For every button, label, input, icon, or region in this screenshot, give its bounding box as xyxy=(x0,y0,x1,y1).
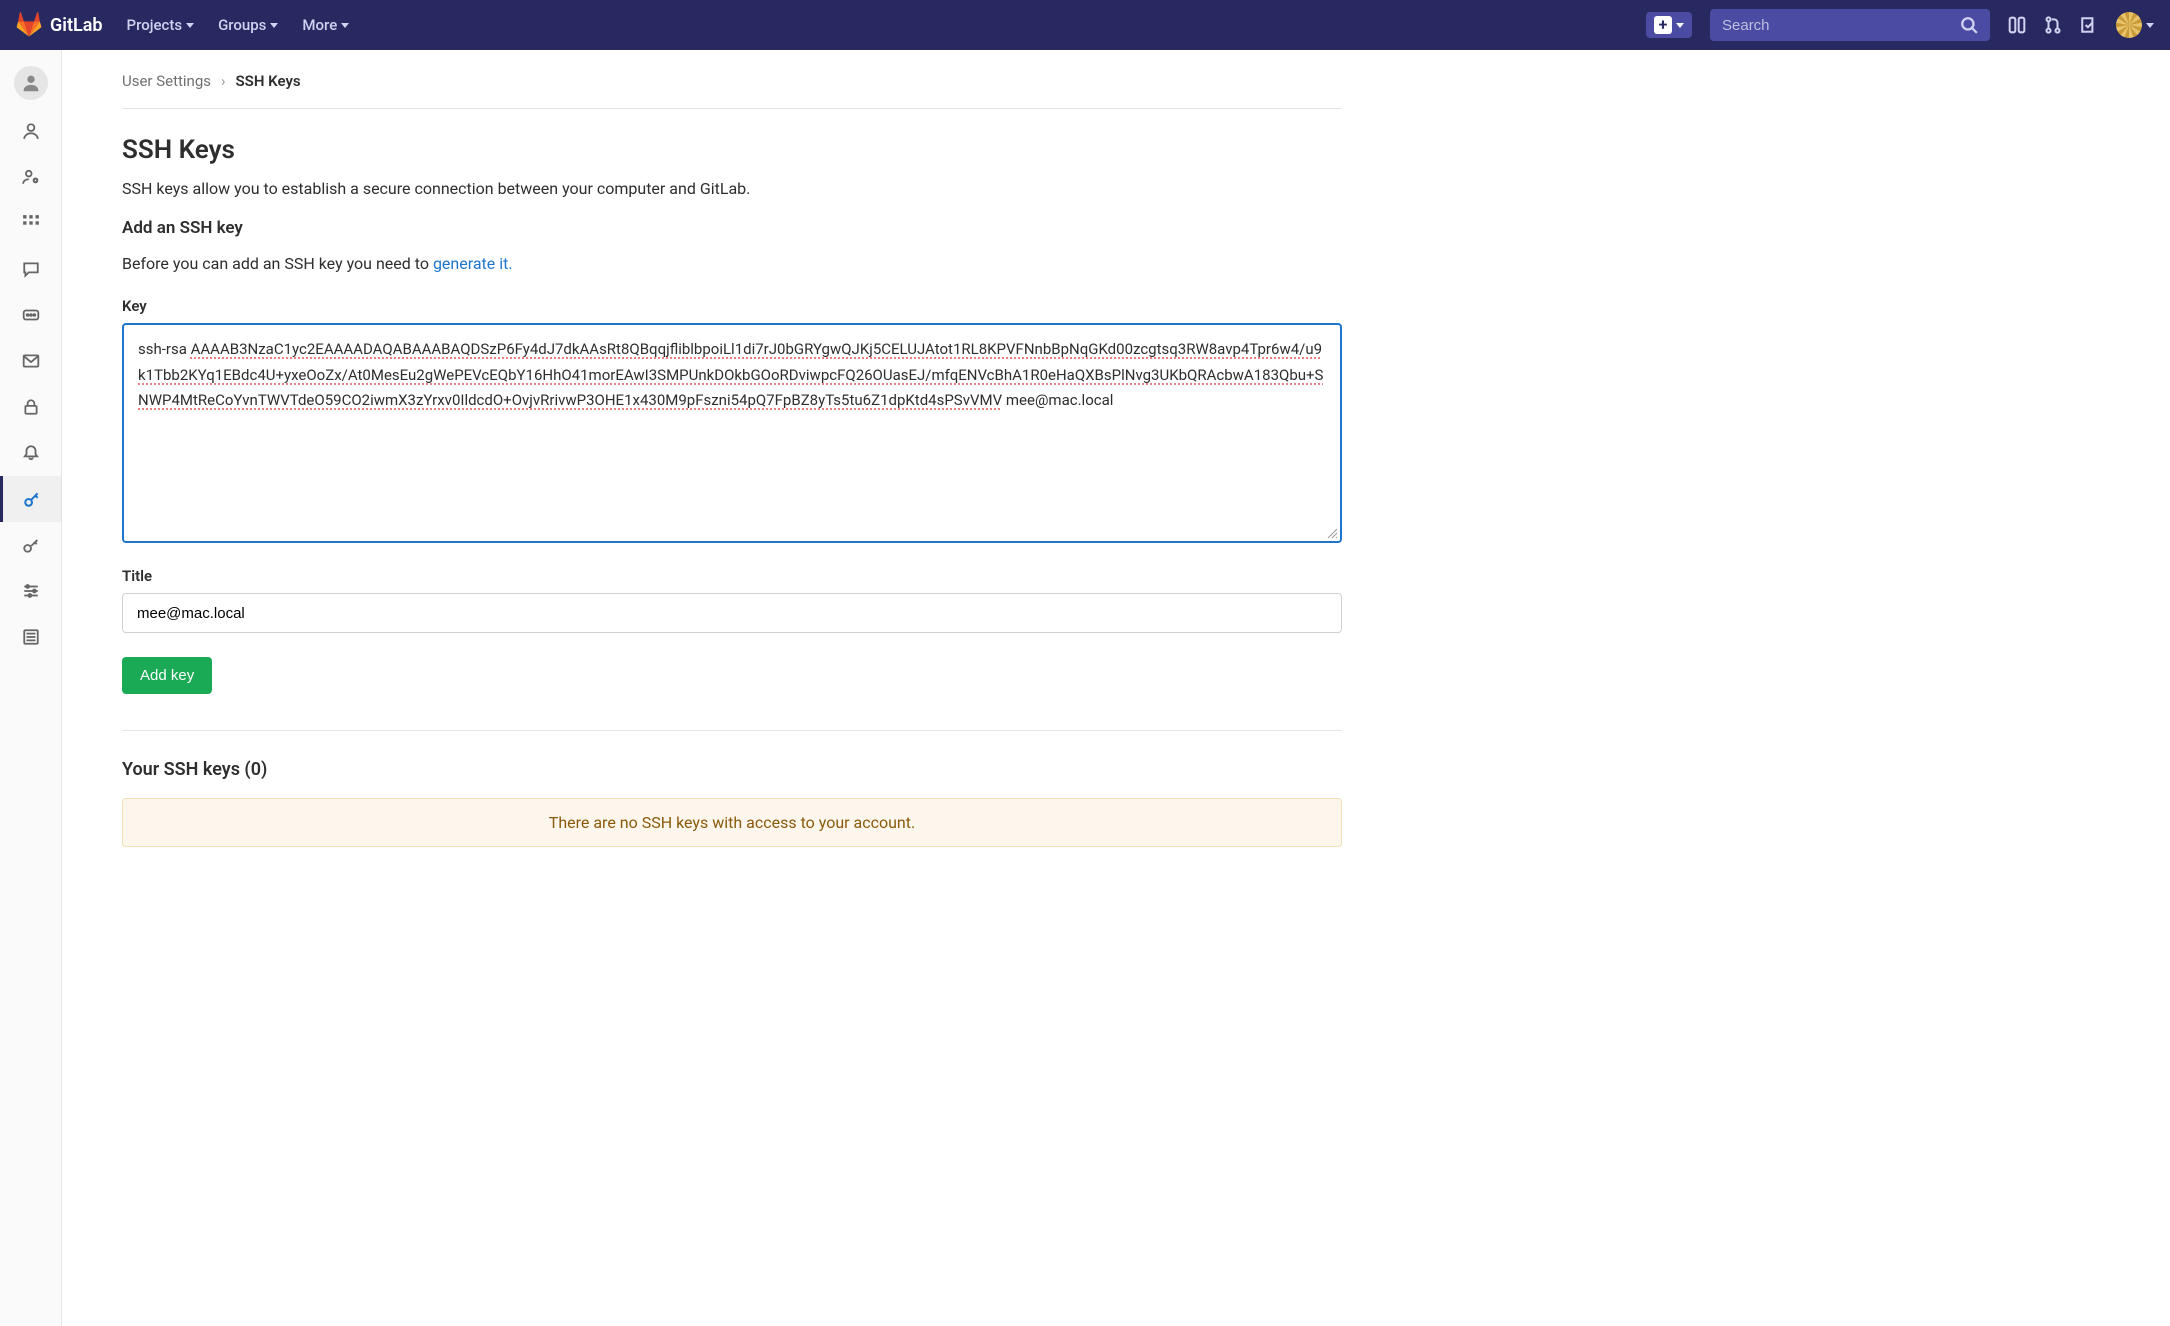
generate-link[interactable]: generate it. xyxy=(433,254,513,273)
page-intro: SSH keys allow you to establish a secure… xyxy=(122,179,1342,198)
navbar-right: + xyxy=(1646,9,2154,41)
chat-icon xyxy=(22,260,40,278)
user-menu[interactable] xyxy=(2116,12,2154,38)
chevron-down-icon xyxy=(186,23,194,28)
generate-hint: Before you can add an SSH key you need t… xyxy=(122,254,1342,273)
key-label: Key xyxy=(122,297,1342,315)
sidebar-item-gpg-keys[interactable] xyxy=(0,522,61,568)
sidebar-item-access-tokens[interactable] xyxy=(0,292,61,338)
grid-icon xyxy=(22,214,40,232)
sidebar-item-notifications[interactable] xyxy=(0,430,61,476)
sidebar-item-ssh-keys[interactable] xyxy=(0,476,61,522)
key-icon xyxy=(23,490,41,508)
add-key-heading: Add an SSH key xyxy=(122,218,1342,238)
chevron-down-icon xyxy=(2146,23,2154,28)
sidebar-item-chat[interactable] xyxy=(0,246,61,292)
brand-logo[interactable]: GitLab xyxy=(16,12,103,38)
search-icon xyxy=(1960,16,1978,34)
issues-icon[interactable] xyxy=(2008,16,2026,34)
sidebar-item-emails[interactable] xyxy=(0,338,61,384)
merge-requests-icon[interactable] xyxy=(2044,16,2062,34)
your-keys-heading: Your SSH keys (0) xyxy=(122,759,1342,780)
chevron-down-icon xyxy=(341,23,349,28)
nav-projects[interactable]: Projects xyxy=(127,16,195,34)
settings-sidebar xyxy=(0,50,62,1326)
sidebar-profile-avatar[interactable] xyxy=(14,66,48,100)
breadcrumb-parent[interactable]: User Settings xyxy=(122,72,211,90)
sidebar-item-password[interactable] xyxy=(0,384,61,430)
sidebar-item-applications[interactable] xyxy=(0,200,61,246)
todos-icon[interactable] xyxy=(2080,16,2098,34)
user-icon xyxy=(22,122,40,140)
chevron-right-icon: › xyxy=(221,72,226,90)
brand-name: GitLab xyxy=(50,15,103,36)
new-dropdown[interactable]: + xyxy=(1646,12,1692,38)
mail-icon xyxy=(22,352,40,370)
navbar-left: GitLab Projects Groups More xyxy=(16,12,349,38)
main-content: User Settings › SSH Keys SSH Keys SSH ke… xyxy=(62,50,1402,1326)
search-box[interactable] xyxy=(1710,9,1990,41)
sidebar-item-active-sessions[interactable] xyxy=(0,614,61,660)
breadcrumb-current: SSH Keys xyxy=(236,72,301,90)
breadcrumb: User Settings › SSH Keys xyxy=(122,72,1342,109)
list-icon xyxy=(22,628,40,646)
key-solid-icon xyxy=(22,536,40,554)
key-textarea[interactable]: ssh-rsa AAAAB3NzaC1yc2EAAAADAQABAAABAQDS… xyxy=(122,323,1342,543)
add-key-button[interactable]: Add key xyxy=(122,657,212,694)
sidebar-item-profile[interactable] xyxy=(0,108,61,154)
top-navbar: GitLab Projects Groups More + xyxy=(0,0,2170,50)
dots-box-icon xyxy=(22,306,40,324)
title-input[interactable] xyxy=(122,593,1342,633)
search-input[interactable] xyxy=(1722,17,1960,34)
nav-more[interactable]: More xyxy=(302,16,349,34)
gitlab-icon xyxy=(16,12,42,38)
page-title: SSH Keys xyxy=(122,135,1342,165)
nav-groups[interactable]: Groups xyxy=(218,16,278,34)
plus-icon: + xyxy=(1654,16,1672,34)
chevron-down-icon xyxy=(1676,23,1684,28)
sidebar-item-preferences[interactable] xyxy=(0,568,61,614)
title-label: Title xyxy=(122,567,1342,585)
sidebar-item-account[interactable] xyxy=(0,154,61,200)
sliders-icon xyxy=(22,582,40,600)
key-textarea-wrap: ssh-rsa AAAAB3NzaC1yc2EAAAADAQABAAABAQDS… xyxy=(122,323,1342,543)
lock-icon xyxy=(22,398,40,416)
empty-keys-banner: There are no SSH keys with access to you… xyxy=(122,798,1342,847)
avatar xyxy=(2116,12,2142,38)
bell-icon xyxy=(22,444,40,462)
chevron-down-icon xyxy=(270,23,278,28)
page-body: User Settings › SSH Keys SSH Keys SSH ke… xyxy=(0,50,2170,1326)
user-gear-icon xyxy=(22,168,40,186)
divider xyxy=(122,730,1342,731)
